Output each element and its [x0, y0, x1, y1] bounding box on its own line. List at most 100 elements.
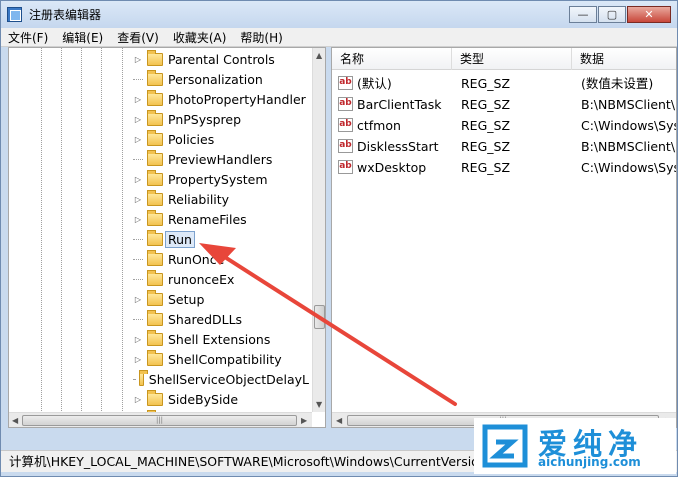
tree-item[interactable]: RunOnce [133, 249, 309, 269]
maximize-button[interactable]: ▢ [598, 6, 626, 23]
watermark-english-text: aichunjing.com [538, 455, 641, 469]
scroll-left-arrow-icon[interactable]: ◀ [336, 416, 342, 425]
tree-item[interactable]: ▷ Policies [133, 129, 309, 149]
value-row[interactable]: ab (默认) REG_SZ (数值未设置) [332, 73, 676, 94]
tree-item-label: Run [165, 230, 195, 248]
tree-horizontal-scroll-thumb[interactable]: ||| [22, 415, 297, 426]
menu-file[interactable]: 文件(F) [8, 29, 48, 46]
expand-arrow-icon[interactable]: ▷ [133, 395, 143, 404]
folder-icon [147, 229, 163, 246]
aichunjing-logo-icon [482, 424, 528, 468]
tree-vertical-scroll-thumb[interactable] [314, 305, 325, 329]
value-name: DisklessStart [357, 139, 439, 154]
tree-item-label: ShellCompatibility [168, 351, 282, 367]
menu-edit[interactable]: 编辑(E) [62, 29, 103, 46]
expand-arrow-icon[interactable]: ▷ [133, 115, 143, 124]
expand-arrow-icon[interactable]: ▷ [133, 215, 143, 224]
menu-view[interactable]: 查看(V) [117, 29, 159, 46]
registry-editor-window: 注册表编辑器 — ▢ ✕ 文件(F) 编辑(E) 查看(V) 收藏夹(A) 帮助… [0, 0, 678, 477]
expand-arrow-icon[interactable]: ▷ [133, 195, 143, 204]
window-title: 注册表编辑器 [29, 8, 102, 22]
value-type: REG_SZ [461, 97, 511, 112]
tree-guide-lines [9, 48, 134, 427]
value-type: REG_SZ [461, 118, 511, 133]
tree-item[interactable]: ▷ SideBySide [133, 389, 309, 409]
menu-bar: 文件(F) 编辑(E) 查看(V) 收藏夹(A) 帮助(H) [1, 28, 677, 47]
tree-item-label: RenameFiles [168, 211, 247, 227]
registry-values-list[interactable]: 名称 类型 数据 ab (默认) REG_SZ (数值未设置) ab BarClientT… [331, 47, 677, 428]
value-data: B:\NBMSClient\ [581, 97, 676, 112]
tree-horizontal-scrollbar[interactable]: ◀ ||| ▶ [9, 412, 312, 427]
registry-key-tree[interactable]: ▷ Parental Controls Personalization ▷ PhotoP… [8, 47, 326, 428]
menu-favorites[interactable]: 收藏夹(A) [173, 29, 227, 46]
string-value-icon: ab [338, 139, 353, 153]
tree-item-label: PreviewHandlers [168, 151, 273, 167]
scroll-up-arrow-icon[interactable]: ▲ [316, 51, 322, 60]
column-data-header[interactable]: 数据 [572, 48, 676, 70]
folder-icon [147, 89, 163, 106]
folder-icon [147, 249, 163, 266]
value-name: wxDesktop [357, 160, 427, 175]
value-name: ctfmon [357, 118, 401, 133]
tree-item[interactable]: ▷ Shell Extensions [133, 329, 309, 349]
tree-connector [133, 238, 143, 240]
tree-item[interactable]: Personalization [133, 69, 309, 89]
tree-item[interactable]: ▷ Setup [133, 289, 309, 309]
tree-item[interactable]: runonceEx [133, 269, 309, 289]
close-button[interactable]: ✕ [627, 6, 671, 23]
value-row[interactable]: ab BarClientTask REG_SZ B:\NBMSClient\ [332, 94, 676, 115]
value-data: C:\Windows\Sys [581, 118, 677, 133]
tree-item[interactable]: ▷ PropertySystem [133, 169, 309, 189]
value-type: REG_SZ [461, 139, 511, 154]
menu-help[interactable]: 帮助(H) [240, 29, 282, 46]
tree-item[interactable]: ▷ ShellCompatibility [133, 349, 309, 369]
tree-item[interactable]: Run [133, 229, 309, 249]
value-row[interactable]: ab ctfmon REG_SZ C:\Windows\Sys [332, 115, 677, 136]
expand-arrow-icon[interactable]: ▷ [133, 355, 143, 364]
tree-item-label: runonceEx [168, 271, 235, 287]
minimize-button[interactable]: — [569, 6, 597, 23]
title-bar[interactable]: 注册表编辑器 — ▢ ✕ [1, 1, 677, 28]
expand-arrow-icon[interactable]: ▷ [133, 175, 143, 184]
tree-item[interactable]: ▷ RenameFiles [133, 209, 309, 229]
scroll-down-arrow-icon[interactable]: ▼ [316, 400, 322, 409]
folder-icon [147, 169, 163, 186]
expand-arrow-icon[interactable]: ▷ [133, 55, 143, 64]
value-data: C:\Windows\Sys [581, 160, 677, 175]
value-name: BarClientTask [357, 97, 442, 112]
tree-item-label: Setup [168, 291, 205, 307]
scroll-right-arrow-icon[interactable]: ▶ [301, 416, 307, 425]
tree-item[interactable]: PreviewHandlers [133, 149, 309, 169]
string-value-icon: ab [338, 160, 353, 174]
value-row[interactable]: ab wxDesktop REG_SZ C:\Windows\Sys [332, 157, 677, 178]
tree-connector [133, 278, 143, 280]
expand-arrow-icon[interactable]: ▷ [133, 335, 143, 344]
folder-icon [147, 149, 163, 166]
column-name-header[interactable]: 名称 [332, 48, 452, 70]
tree-item-label: Personalization [168, 71, 263, 87]
tree-item[interactable]: ▷ PnPSysprep [133, 109, 309, 129]
tree-item-label: PnPSysprep [168, 111, 242, 127]
tree-connector [133, 318, 143, 320]
tree-item[interactable]: ▷ Reliability [133, 189, 309, 209]
tree-vertical-scrollbar[interactable]: ▲ ▼ [312, 48, 325, 412]
window-controls: — ▢ ✕ [568, 6, 671, 23]
tree-item-label: PropertySystem [168, 171, 268, 187]
tree-item-label: Reliability [168, 191, 230, 207]
value-data: (数值未设置) [581, 76, 654, 91]
value-row[interactable]: ab DisklessStart REG_SZ B:\NBMSClient\ [332, 136, 676, 157]
regedit-app-icon [7, 7, 22, 22]
folder-icon [147, 309, 163, 326]
value-type: REG_SZ [461, 76, 511, 91]
tree-item-label: Policies [168, 131, 215, 147]
column-type-header[interactable]: 类型 [452, 48, 572, 70]
tree-item[interactable]: ▷ Parental Controls [133, 49, 309, 69]
folder-icon [147, 329, 163, 346]
scroll-left-arrow-icon[interactable]: ◀ [12, 416, 18, 425]
tree-item[interactable]: ▷ PhotoPropertyHandler [133, 89, 309, 109]
expand-arrow-icon[interactable]: ▷ [133, 95, 143, 104]
expand-arrow-icon[interactable]: ▷ [133, 135, 143, 144]
tree-item[interactable]: SharedDLLs [133, 309, 309, 329]
tree-item[interactable]: ShellServiceObjectDelayL [133, 369, 309, 389]
expand-arrow-icon[interactable]: ▷ [133, 295, 143, 304]
